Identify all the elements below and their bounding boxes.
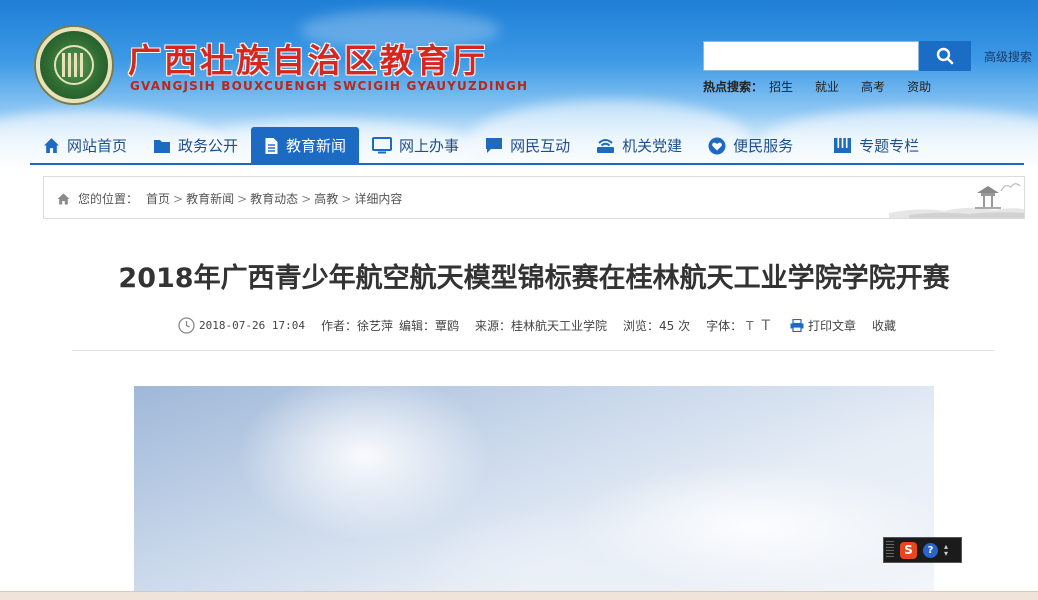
drag-handle[interactable]: [886, 541, 894, 559]
nav-item-interaction[interactable]: 网民互动: [472, 127, 583, 164]
breadcrumb-separator: >: [341, 191, 352, 206]
expand-arrows-icon[interactable]: ▴ ▾: [944, 543, 948, 558]
nav-item-label: 教育新闻: [286, 137, 347, 155]
publish-date: 2018-07-26 17:04: [199, 319, 305, 332]
editor: 编辑：覃鸥: [398, 319, 459, 333]
meta-divider: [72, 350, 994, 351]
breadcrumb-item[interactable]: 教育新闻: [186, 190, 234, 207]
help-icon[interactable]: ?: [923, 542, 938, 558]
breadcrumb-item[interactable]: 教育动态: [250, 190, 298, 207]
breadcrumb-separator: >: [173, 191, 184, 206]
nav-item-government[interactable]: 政务公开: [140, 127, 251, 164]
search-input[interactable]: [703, 41, 919, 71]
heart-icon: [708, 137, 726, 154]
nav-item-online-service[interactable]: 网上办事: [359, 127, 472, 164]
nav-item-label: 政务公开: [178, 137, 239, 155]
search-icon: [936, 47, 954, 65]
nav-underline: [30, 163, 1024, 165]
breadcrumb-item[interactable]: 首页: [146, 190, 170, 207]
landscape-decoration: [889, 183, 1024, 218]
site-subtitle: GVANGJSIH BOUXCUENGH SWCIGIH GYAUYUZDING…: [130, 79, 529, 93]
breadcrumb: 您的位置： 首页 > 教育新闻 > 教育动态 > 高教 > 详细内容: [43, 176, 1025, 219]
folder-icon: [154, 139, 171, 153]
font-size-label: 字体：: [706, 319, 743, 333]
article-meta: 2018-07-26 17:04 作者：徐艺萍 编辑：覃鸥 来源：桂林航天工业学…: [178, 317, 912, 334]
site-title[interactable]: 广西壮族自治区教育厅: [128, 34, 488, 82]
home-icon: [57, 193, 70, 204]
breadcrumb-separator: >: [237, 191, 248, 206]
breadcrumb-current: 详细内容: [354, 192, 403, 206]
breadcrumb-separator: >: [301, 191, 312, 206]
print-button[interactable]: 打印文章: [790, 317, 856, 334]
hot-term-link[interactable]: 招生: [769, 78, 793, 95]
breadcrumb-trail: 您的位置： 首页 > 教育新闻 > 教育动态 > 高教 > 详细内容: [57, 190, 402, 207]
breadcrumb-label: 您的位置：: [78, 192, 139, 206]
source: 来源：桂林航天工业学院: [475, 319, 608, 333]
monitor-icon: [372, 137, 393, 154]
document-icon: [265, 137, 278, 154]
search-button[interactable]: [919, 41, 971, 71]
nav-item-convenience[interactable]: 便民服务: [695, 127, 806, 164]
hot-term-link[interactable]: 就业: [815, 78, 839, 95]
emblem-logo[interactable]: [36, 27, 112, 103]
nav-item-label: 网民互动: [510, 137, 571, 155]
ime-toolbar[interactable]: S ? ▴ ▾: [883, 537, 962, 563]
chat-icon: [486, 138, 503, 153]
clock-icon: [178, 317, 195, 334]
printer-icon: [790, 319, 804, 332]
hot-search-bar: 热点搜索： 招生 就业 高考 资助: [703, 78, 953, 95]
router-icon: [597, 139, 615, 153]
main-nav: 网站首页 政务公开 教育新闻 网上办事 网民互动 机关党建 便民服务 专题专栏: [30, 127, 1038, 164]
hot-search-label: 热点搜索：: [703, 80, 764, 94]
article-title: 2018年广西青少年航空航天模型锦标赛在桂林航天工业学院学院开赛: [118, 263, 950, 294]
nav-item-label: 专题专栏: [859, 137, 920, 155]
columns-icon: [834, 138, 852, 153]
print-label: 打印文章: [808, 319, 857, 333]
nav-item-label: 网上办事: [399, 137, 460, 155]
nav-item-label: 便民服务: [733, 137, 794, 155]
breadcrumb-item[interactable]: 高教: [314, 190, 338, 207]
nav-item-label: 网站首页: [67, 137, 128, 155]
hot-term-link[interactable]: 高考: [861, 78, 885, 95]
nav-item-label: 机关党建: [622, 137, 683, 155]
author: 作者：徐艺萍: [320, 319, 393, 333]
advanced-search-link[interactable]: 高级搜索: [984, 48, 1032, 65]
nav-item-education-news[interactable]: 教育新闻: [251, 127, 360, 164]
sogou-logo-icon[interactable]: S: [900, 541, 917, 559]
font-large-button[interactable]: T: [761, 318, 770, 334]
nav-item-special-topics[interactable]: 专题专栏: [820, 127, 932, 164]
favorite-button[interactable]: 收藏: [872, 317, 896, 334]
bottom-toolbar: [0, 591, 1038, 600]
nav-item-home[interactable]: 网站首页: [30, 127, 140, 164]
view-count: 浏览：45 次: [623, 319, 691, 333]
font-small-button[interactable]: T: [746, 319, 753, 333]
home-icon: [44, 138, 59, 153]
article-image: [134, 386, 934, 600]
nav-item-party-building[interactable]: 机关党建: [583, 127, 695, 164]
hot-term-link[interactable]: 资助: [907, 78, 931, 95]
